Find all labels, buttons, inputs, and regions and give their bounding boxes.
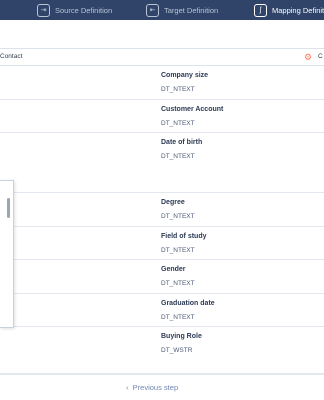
target-icon: ⇤ — [146, 3, 159, 17]
target-field-name: Gender — [161, 266, 186, 273]
target-field-type: DT_NTEXT — [161, 86, 195, 93]
target-field-type: DT_NTEXT — [161, 314, 195, 321]
mapping-row[interactable]: Gender DT_NTEXT — [0, 260, 324, 294]
object-header-bar: Contact ⚙ C — [0, 48, 324, 66]
target-field-name: Date of birth — [161, 139, 203, 146]
mapping-row[interactable]: Graduation date DT_NTEXT — [0, 294, 324, 327]
mapping-row[interactable]: Degree DT_NTEXT — [0, 193, 324, 227]
mapping-row[interactable]: Buying Role DT_WSTR — [0, 327, 324, 374]
step-mapping-definition[interactable]: ʃ Mapping Definiti — [254, 2, 324, 18]
source-field-dropdown[interactable] — [0, 180, 14, 328]
mapping-rows: Company size DT_NTEXT Customer Account D… — [0, 66, 324, 374]
previous-step-button[interactable]: ‹ Previous step — [126, 383, 178, 392]
source-icon: ⇥ — [37, 3, 50, 17]
target-field-type: DT_WSTR — [161, 347, 193, 354]
target-field-type: DT_NTEXT — [161, 153, 195, 160]
target-field-name: Graduation date — [161, 300, 215, 307]
target-field-name: Buying Role — [161, 333, 202, 340]
subheader — [0, 20, 324, 48]
mapping-icon: ʃ — [254, 3, 267, 17]
hubspot-icon: ⚙ — [304, 52, 313, 62]
chevron-left-icon: ‹ — [126, 383, 129, 392]
mapping-row[interactable]: Date of birth DT_NTEXT — [0, 133, 324, 193]
target-field-type: DT_NTEXT — [161, 247, 195, 254]
mapping-row[interactable]: Company size DT_NTEXT — [0, 66, 324, 100]
step-label: Target Definition — [164, 5, 219, 15]
target-field-type: DT_NTEXT — [161, 120, 195, 127]
step-label: Mapping Definiti — [272, 5, 324, 15]
step-label: Source Definition — [55, 5, 113, 15]
target-field-name: Customer Account — [161, 106, 224, 113]
dropdown-scrollbar[interactable] — [7, 198, 10, 218]
target-field-name: Company size — [161, 72, 209, 79]
target-field-type: DT_NTEXT — [161, 213, 195, 220]
target-object-label: C — [318, 53, 323, 60]
step-target-definition[interactable]: ⇤ Target Definition — [146, 2, 218, 18]
target-field-type: DT_NTEXT — [161, 280, 195, 287]
step-source-definition[interactable]: ⇥ Source Definition — [37, 2, 112, 18]
wizard-steps-nav: ⇥ Source Definition ⇤ Target Definition … — [0, 0, 324, 20]
mapping-row[interactable]: Field of study DT_NTEXT — [0, 227, 324, 260]
wizard-footer: ‹ Previous step — [0, 374, 324, 400]
previous-step-label: Previous step — [132, 383, 179, 392]
mapping-row[interactable]: Customer Account DT_NTEXT — [0, 100, 324, 133]
target-field-name: Degree — [161, 199, 185, 206]
target-field-name: Field of study — [161, 233, 207, 240]
source-object-label: Contact — [0, 53, 23, 60]
